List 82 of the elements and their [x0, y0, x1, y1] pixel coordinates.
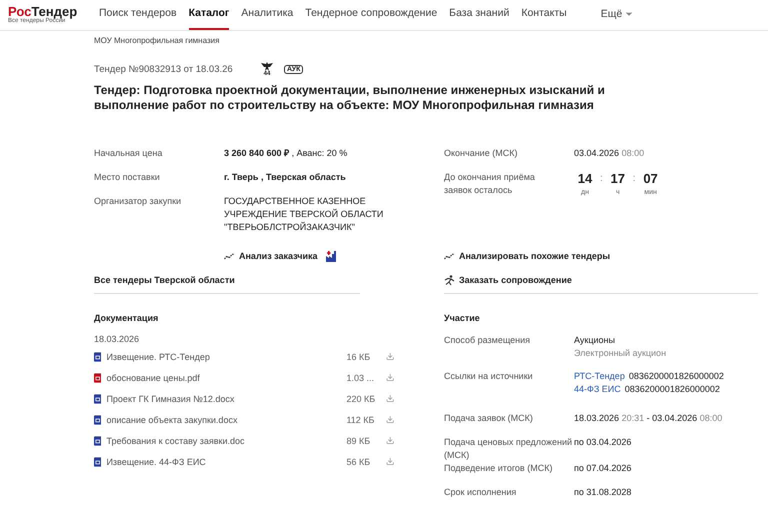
field-value: по 07.04.2026: [574, 463, 632, 473]
field-label: Ссылки на источники: [444, 370, 534, 383]
nav-link[interactable]: Поиск тендеров: [99, 0, 177, 30]
field-subvalue: Электронный аукцион: [574, 347, 668, 360]
file-link[interactable]: обоснование цены.pdf: [106, 372, 346, 382]
end-time: 08:00: [700, 413, 722, 423]
nav-link[interactable]: Каталог: [188, 0, 230, 30]
file-link[interactable]: Требования к составу заявки.doc: [106, 436, 346, 446]
runner-icon: [444, 274, 455, 286]
file-size: 220 КБ: [346, 394, 376, 404]
field-label: Подача ценовых предложений (МСК): [444, 436, 574, 462]
deadline-date: 03.04.2026: [574, 148, 620, 158]
source-number: 0836200001826000002: [624, 384, 720, 394]
factory-icon: [326, 250, 337, 262]
action-link[interactable]: Заказать сопровождение: [444, 268, 758, 292]
tender-title: Тендер: Подготовка проектной документации, выполнение инженерных изысканий и выполнение работ по строительству на объекте: МОУ Многопрофильная гимназия: [94, 83, 606, 113]
file-size: 1.03 ...: [346, 372, 375, 382]
field-value: Аукционы: [574, 334, 616, 347]
customer-analysis-link[interactable]: Анализ заказчика: [224, 244, 318, 268]
source-link[interactable]: 44-ФЗ ЕИС: [574, 384, 621, 394]
field-label: Организатор закупки: [94, 195, 182, 208]
countdown-value: 07: [643, 171, 658, 186]
document-icon: [94, 394, 102, 404]
nav-link[interactable]: Аналитика: [241, 0, 294, 30]
start-time: 20:31: [622, 413, 644, 423]
section-title: Участие: [444, 312, 481, 324]
field-label: Окончание (МСК): [444, 147, 518, 160]
document-icon: [94, 456, 102, 466]
pdf-file-icon: [94, 372, 102, 382]
field-label: Подача заявок (МСК): [444, 412, 534, 425]
field-label: Место поставки: [94, 171, 161, 184]
download-icon[interactable]: [386, 415, 394, 424]
emblem-icon: [261, 62, 273, 70]
region-link[interactable]: Все тендеры Тверской области: [94, 268, 394, 292]
download-icon[interactable]: [386, 352, 394, 361]
source-link[interactable]: РТС-Тендер: [574, 371, 625, 381]
document-icon: [94, 414, 102, 424]
tender-number: Тендер №90832913 от 18.03.26: [94, 64, 234, 74]
download-icon[interactable]: [386, 436, 394, 445]
file-link[interactable]: Извещение. РТС-Тендер: [106, 352, 346, 362]
start-date: 18.03.2026: [574, 413, 620, 423]
document-icon: [94, 352, 102, 362]
logo[interactable]: РосТендер: [8, 5, 99, 18]
end-date: 03.04.2026: [652, 413, 698, 423]
field-value: 3 260 840 600 ₽ , Аванс: 20 %: [224, 147, 348, 160]
source-number: 0836200001826000002: [628, 371, 724, 381]
action-link[interactable]: Анализировать похожие тендеры: [444, 244, 758, 268]
range-separator: -: [646, 413, 650, 423]
file-link[interactable]: Проект ГК Гимназия №12.docx: [106, 394, 346, 404]
field-value: по 03.04.2026: [574, 437, 632, 447]
countdown-separator: :: [600, 172, 603, 186]
countdown-value: 14: [578, 171, 592, 186]
download-icon[interactable]: [386, 457, 394, 466]
nav-link[interactable]: База знаний: [449, 0, 510, 30]
file-link[interactable]: Извещение. 44-ФЗ ЕИС: [106, 456, 346, 466]
field-label: Срок исполнения: [444, 486, 518, 499]
field-value: ГОСУДАРСТВЕННОЕ КАЗЕННОЕ УЧРЕЖДЕНИЕ ТВЕРСКОЙ ОБЛАСТИ "ТВЕРЬОБЛСТРОЙЗАКАЗЧИК": [224, 195, 384, 234]
download-icon[interactable]: [386, 394, 394, 403]
deadline-time: 08:00: [622, 148, 644, 158]
field-value: г. Тверь , Тверская область: [224, 171, 347, 184]
field-label: Начальная цена: [94, 147, 164, 160]
file-size: 56 КБ: [346, 456, 372, 466]
trend-icon: [444, 252, 455, 260]
download-icon[interactable]: [386, 373, 394, 382]
field-label: До окончания приёма заявок осталось: [444, 171, 536, 197]
countdown-value: 17: [610, 171, 626, 186]
section-title: Документация: [94, 312, 160, 324]
countdown-separator: :: [632, 172, 636, 186]
field-value: по 31.08.2028: [574, 487, 632, 497]
documents-date: 18.03.2026: [94, 334, 140, 344]
nav-link[interactable]: Тендерное сопровождение: [305, 0, 438, 30]
document-icon: [94, 436, 102, 446]
trend-icon: [224, 252, 235, 260]
breadcrumb[interactable]: МОУ Многопрофильная гимназия: [94, 36, 768, 45]
file-size: 112 КБ: [346, 414, 376, 424]
file-size: 16 КБ: [346, 352, 372, 362]
field-label: Способ размещения: [444, 334, 532, 347]
file-link[interactable]: описание объекта закупки.docx: [106, 414, 346, 424]
more-menu[interactable]: Ещё: [600, 0, 634, 30]
nav-link[interactable]: Контакты: [521, 0, 567, 30]
field-label: Подведение итогов (МСК): [444, 462, 554, 475]
file-size: 89 КБ: [346, 436, 372, 446]
